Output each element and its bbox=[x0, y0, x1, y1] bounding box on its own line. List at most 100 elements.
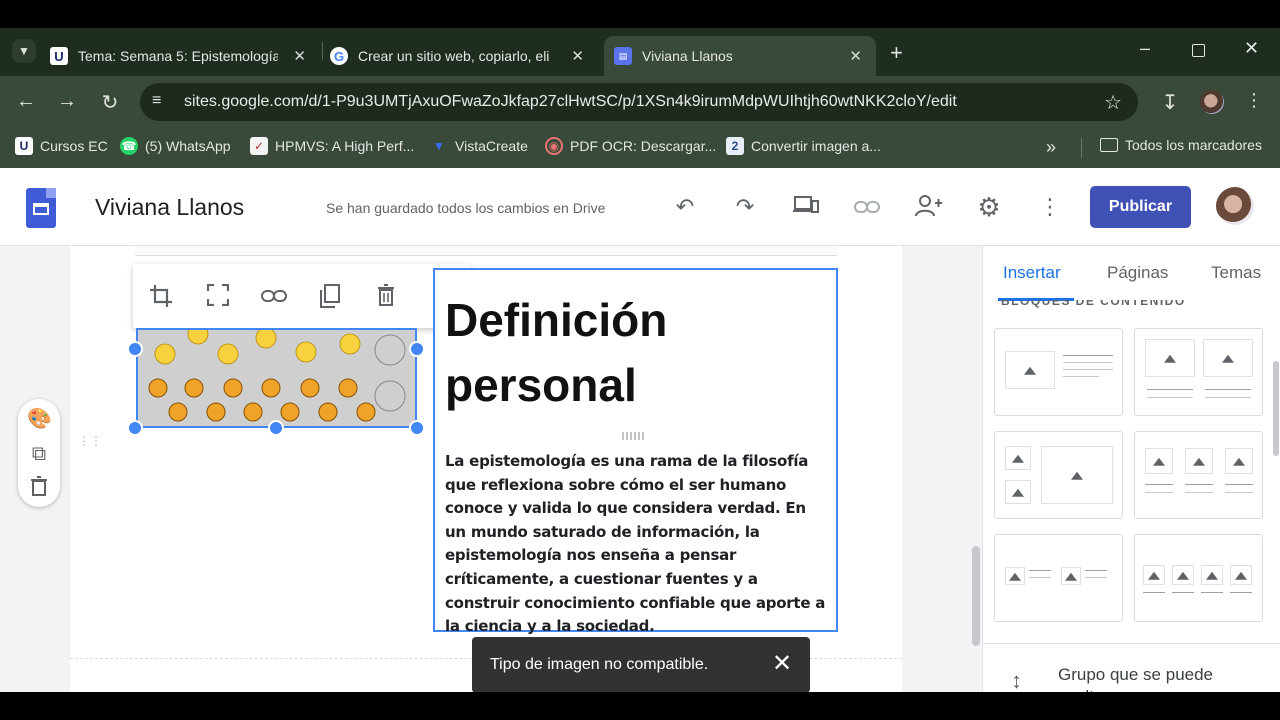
more-bookmarks-icon[interactable]: » bbox=[1046, 137, 1056, 158]
browser-menu-icon[interactable]: ⋮ bbox=[1242, 90, 1266, 111]
bookmark-label: Convertir imagen a... bbox=[751, 138, 881, 154]
browser-toolbar: ← → ↻ ≡ sites.google.com/d/1-P9u3UMTjAxu… bbox=[0, 76, 1280, 128]
more-options-icon[interactable]: ⋮ bbox=[1037, 194, 1063, 220]
text-line bbox=[1225, 484, 1253, 485]
palette-icon[interactable]: 🎨 bbox=[27, 407, 52, 431]
share-add-person-icon[interactable] bbox=[915, 194, 942, 220]
text-box[interactable]: Definición personal La epistemología es … bbox=[433, 268, 838, 635]
text-line bbox=[1145, 484, 1173, 485]
layout-images-with-text[interactable] bbox=[994, 534, 1123, 622]
text-line bbox=[1085, 577, 1107, 578]
selected-image[interactable] bbox=[136, 328, 417, 428]
close-tab-icon[interactable]: ✕ bbox=[293, 47, 306, 65]
panel-scrollbar[interactable] bbox=[1273, 361, 1279, 456]
bookmark-cursos-ec[interactable]: U Cursos EC bbox=[15, 137, 108, 155]
text-line bbox=[1185, 484, 1213, 485]
editor-canvas: 🎨 ⧉ ⋮⋮ ⋮ bbox=[0, 246, 982, 692]
content-blocks-header: BLOQUES DE CONTENIDO bbox=[1001, 294, 1186, 308]
restore-icon[interactable] bbox=[1192, 44, 1205, 57]
reload-icon[interactable]: ↻ bbox=[98, 90, 122, 115]
image-placeholder-icon bbox=[1143, 565, 1165, 585]
link-icon[interactable] bbox=[854, 194, 880, 220]
site-name[interactable]: Viviana Llanos bbox=[95, 194, 244, 221]
settings-gear-icon[interactable]: ⚙ bbox=[976, 194, 1002, 220]
body-text[interactable]: La epistemología es una rama de la filos… bbox=[445, 450, 830, 639]
text-line bbox=[1145, 492, 1173, 493]
toast-message: Tipo de imagen no compatible. bbox=[490, 656, 709, 673]
close-window-icon[interactable]: ✕ bbox=[1244, 38, 1259, 59]
delete-section-icon[interactable] bbox=[27, 476, 51, 500]
link-icon[interactable] bbox=[261, 284, 287, 310]
bookmark-label: Cursos EC bbox=[40, 138, 108, 154]
bookmark-convertir[interactable]: 2 Convertir imagen a... bbox=[726, 137, 881, 155]
image-placeholder-icon bbox=[1145, 339, 1195, 377]
collapsible-group-label[interactable]: Grupo que se puede ocultar bbox=[1058, 664, 1248, 692]
preview-devices-icon[interactable] bbox=[793, 194, 819, 220]
duplicate-section-icon[interactable]: ⧉ bbox=[27, 442, 51, 466]
user-avatar[interactable] bbox=[1216, 187, 1254, 225]
crop-icon[interactable] bbox=[148, 284, 174, 310]
google-sites-logo-icon[interactable] bbox=[26, 188, 56, 228]
resize-handle[interactable] bbox=[409, 420, 425, 436]
bookmark-pdf-ocr[interactable]: ◉ PDF OCR: Descargar... bbox=[545, 137, 716, 155]
canvas-scrollbar[interactable] bbox=[972, 546, 980, 646]
text-line bbox=[1063, 355, 1113, 356]
tab-temas[interactable]: Temas bbox=[1211, 263, 1261, 283]
text-line bbox=[1205, 389, 1251, 390]
back-icon[interactable]: ← bbox=[14, 90, 38, 113]
address-bar[interactable]: ≡ sites.google.com/d/1-P9u3UMTjAxuOFwaZo… bbox=[140, 83, 1138, 121]
tab-paginas[interactable]: Páginas bbox=[1107, 263, 1168, 283]
bookmark-vistacreate[interactable]: ▼ VistaCreate bbox=[430, 137, 528, 155]
heading-text[interactable]: Definición personal bbox=[445, 288, 825, 418]
bookmarks-separator bbox=[1081, 138, 1082, 158]
layout-three-images[interactable] bbox=[1134, 431, 1263, 519]
resize-handle[interactable] bbox=[409, 341, 425, 357]
forward-icon[interactable]: → bbox=[55, 90, 79, 113]
hpmvs-icon: ✓ bbox=[250, 137, 268, 155]
layout-image-text[interactable] bbox=[994, 328, 1123, 416]
layout-image-collage[interactable] bbox=[994, 431, 1123, 519]
text-box-drag-handle[interactable] bbox=[622, 432, 646, 440]
fullscreen-icon[interactable] bbox=[205, 283, 231, 310]
close-tab-icon[interactable]: ✕ bbox=[571, 47, 584, 65]
tab-search-icon[interactable]: ▼ bbox=[12, 39, 36, 63]
text-line bbox=[1147, 389, 1193, 390]
collapsible-group-icon: ↕ bbox=[1011, 668, 1022, 692]
bookmark-star-icon[interactable]: ☆ bbox=[1104, 90, 1122, 115]
resize-handle[interactable] bbox=[268, 420, 284, 436]
delete-icon[interactable] bbox=[373, 284, 399, 310]
resize-handle[interactable] bbox=[127, 341, 143, 357]
tab-insertar[interactable]: Insertar bbox=[1003, 263, 1061, 283]
redo-icon[interactable]: ↷ bbox=[732, 194, 758, 220]
close-tab-icon[interactable]: ✕ bbox=[849, 47, 862, 65]
save-status: Se han guardado todos los cambios en Dri… bbox=[326, 200, 606, 216]
layout-two-images[interactable] bbox=[1134, 328, 1263, 416]
site-info-icon[interactable]: ≡ bbox=[152, 92, 161, 110]
new-tab-icon[interactable]: + bbox=[890, 40, 903, 66]
drag-handle-icon[interactable]: ⋮⋮ bbox=[78, 435, 102, 447]
minimize-icon[interactable]: – bbox=[1140, 38, 1150, 59]
image-placeholder-icon bbox=[1203, 339, 1253, 377]
google-sites-icon: ▤ bbox=[614, 47, 632, 65]
resize-handle[interactable] bbox=[127, 420, 143, 436]
panel-divider bbox=[983, 643, 1280, 644]
layout-four-images[interactable] bbox=[1134, 534, 1263, 622]
image-placeholder-icon bbox=[1061, 567, 1081, 585]
publish-button[interactable]: Publicar bbox=[1090, 186, 1191, 228]
close-toast-icon[interactable]: ✕ bbox=[770, 651, 794, 677]
image-placeholder-icon bbox=[1145, 448, 1173, 474]
browser-tab-epistemologia[interactable]: U Tema: Semana 5: Epistemología ✕ bbox=[50, 36, 320, 76]
text-line bbox=[1063, 376, 1099, 377]
bookmark-whatsapp[interactable]: ☎ (5) WhatsApp bbox=[120, 137, 231, 155]
profile-avatar-icon[interactable] bbox=[1200, 90, 1224, 114]
text-line bbox=[1063, 369, 1113, 370]
browser-tab-google[interactable]: G Crear un sitio web, copiarlo, eli ✕ bbox=[330, 36, 598, 76]
undo-icon[interactable]: ↶ bbox=[672, 194, 698, 220]
download-icon[interactable]: ↧ bbox=[1158, 90, 1182, 115]
copy-icon[interactable] bbox=[317, 284, 343, 310]
browser-tab-viviana-llanos[interactable]: ▤ Viviana Llanos ✕ bbox=[604, 36, 876, 76]
u-logo-icon: U bbox=[50, 47, 68, 65]
all-bookmarks[interactable]: Todos los marcadores bbox=[1100, 137, 1262, 153]
bookmark-hpmvs[interactable]: ✓ HPMVS: A High Perf... bbox=[250, 137, 414, 155]
url-text: sites.google.com/d/1-P9u3UMTjAxuOFwaZoJk… bbox=[184, 93, 957, 110]
